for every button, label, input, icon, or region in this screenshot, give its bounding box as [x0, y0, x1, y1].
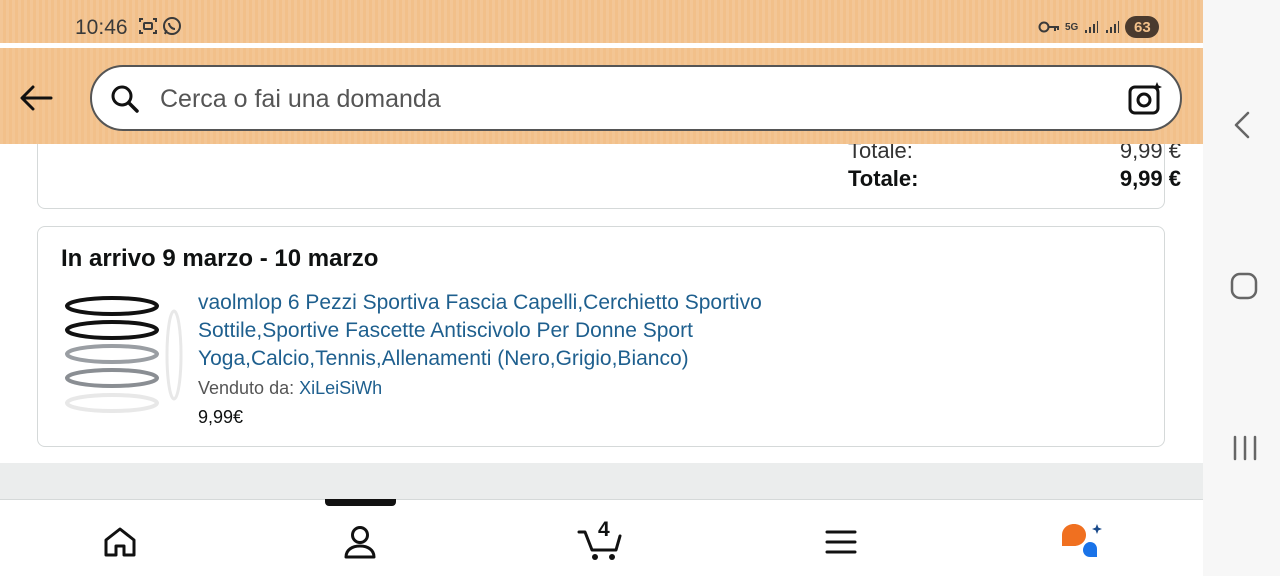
battery-indicator: 63	[1125, 16, 1160, 38]
nav-cart[interactable]: 4	[576, 518, 626, 566]
vpn-key-icon	[1038, 21, 1059, 33]
arrow-left-icon	[20, 85, 53, 111]
grand-total-value: 9,99 €	[1119, 166, 1181, 191]
signal-icon-2	[1106, 21, 1120, 33]
nav-menu[interactable]	[817, 518, 865, 566]
page-background	[0, 463, 1203, 499]
bottom-navigation: 4	[0, 499, 1203, 577]
user-icon	[344, 526, 376, 559]
signal-icon	[1085, 21, 1099, 33]
product-title-link[interactable]: vaolmlop 6 Pezzi Sportiva Fascia Capelli…	[198, 289, 818, 373]
seller-line: Venduto da: XiLeiSiWh	[198, 378, 382, 399]
seller-label: Venduto da:	[198, 378, 295, 398]
search-header	[0, 48, 1203, 144]
product-price: 9,99€	[198, 407, 244, 427]
back-button[interactable]	[16, 78, 56, 118]
search-bar[interactable]	[90, 65, 1182, 131]
seller-link[interactable]: XiLeiSiWh	[299, 378, 382, 398]
grand-total-label: Totale:	[848, 166, 919, 191]
screenshot-icon	[139, 18, 157, 34]
product-image[interactable]	[62, 291, 192, 421]
search-input[interactable]	[158, 81, 1062, 117]
system-navigation-bar	[1203, 0, 1280, 576]
network-type: 5G	[1065, 21, 1079, 33]
status-system-icons: 5G 63	[1038, 16, 1160, 38]
whatsapp-icon	[163, 17, 181, 35]
rufus-ai-icon	[1062, 524, 1102, 557]
nav-account[interactable]	[336, 518, 384, 566]
status-bar: 10:46 5G 63	[0, 0, 1203, 43]
active-tab-indicator	[325, 499, 396, 506]
nav-home[interactable]	[96, 518, 144, 566]
nav-rufus-ai[interactable]	[1058, 518, 1106, 566]
system-back-icon[interactable]	[1230, 110, 1254, 140]
status-notification-icons	[138, 16, 182, 36]
menu-icon	[825, 530, 857, 554]
grand-total-row: Totale: 9,99 €	[848, 166, 1181, 192]
search-icon	[111, 85, 139, 113]
system-recents-icon[interactable]	[1230, 433, 1260, 463]
status-time: 10:46	[75, 16, 128, 39]
delivery-estimate: In arrivo 9 marzo - 10 marzo	[61, 245, 379, 272]
cart-count-badge: 4	[598, 518, 610, 541]
camera-search-icon[interactable]	[1128, 81, 1164, 117]
system-home-icon[interactable]	[1229, 271, 1259, 301]
home-icon	[104, 527, 136, 557]
shipment-card: In arrivo 9 marzo - 10 marzo vaolmlop 6 …	[37, 226, 1165, 447]
